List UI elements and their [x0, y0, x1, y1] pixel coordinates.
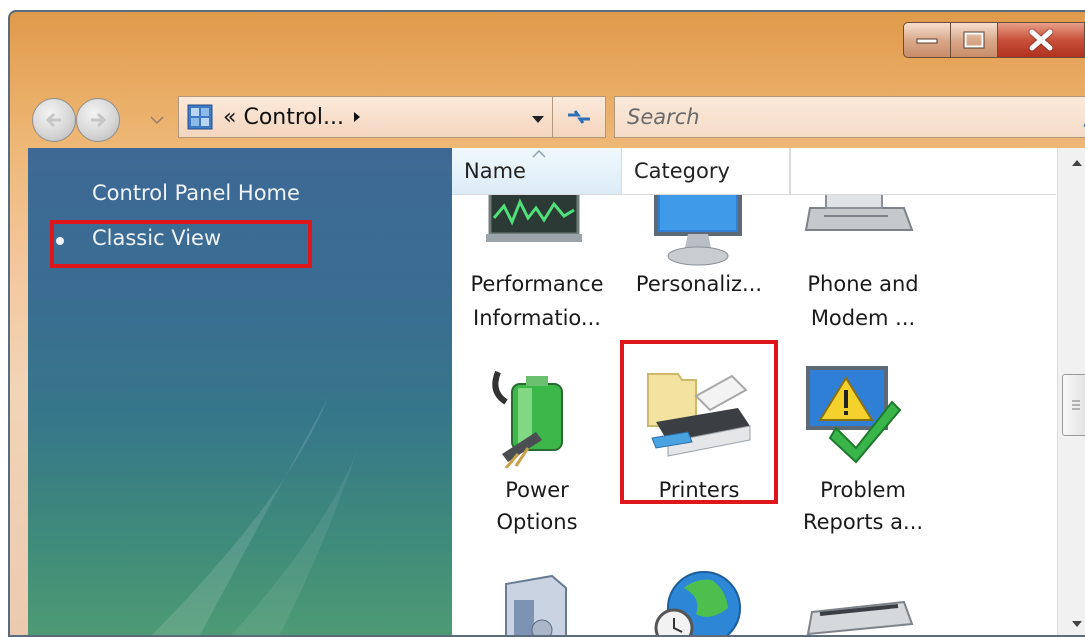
program-box-icon[interactable]: [496, 574, 576, 637]
scroll-down-button[interactable]: [1058, 609, 1085, 635]
power-options-label-line2[interactable]: Options: [452, 506, 622, 538]
scrollbar-thumb[interactable]: [1062, 374, 1085, 436]
back-button[interactable]: [32, 98, 76, 142]
minimize-icon: [916, 38, 938, 44]
forward-button[interactable]: [76, 98, 120, 142]
phone-modem-label-line1[interactable]: Phone and: [778, 268, 948, 300]
phone-modem-label-line2[interactable]: Modem ...: [778, 302, 948, 334]
scroll-down-arrow-icon: [1071, 621, 1082, 627]
back-arrow-icon: [45, 112, 61, 128]
maximize-button[interactable]: [950, 22, 998, 58]
task-pane: Control Panel Home Classic View: [28, 148, 452, 635]
maximize-icon: [963, 31, 985, 49]
column-divider: [790, 148, 791, 194]
refresh-button[interactable]: [552, 97, 605, 137]
address-breadcrumb[interactable]: « Control...: [223, 105, 344, 130]
close-button[interactable]: [997, 22, 1085, 58]
search-placeholder[interactable]: Search: [627, 105, 700, 129]
control-panel-home-link[interactable]: Control Panel Home: [92, 181, 300, 205]
scroll-up-button[interactable]: [1058, 148, 1085, 178]
recent-pages-dropdown-icon[interactable]: [150, 115, 164, 125]
battery-plug-icon[interactable]: [488, 362, 578, 468]
refresh-icon: [568, 110, 590, 124]
globe-clock-icon[interactable]: [648, 568, 748, 637]
performance-label-line1[interactable]: Performance: [452, 268, 622, 300]
window-controls: [903, 22, 1085, 60]
forward-arrow-icon: [91, 112, 107, 128]
column-header: Name Category: [452, 148, 1056, 195]
control-panel-icon: [187, 104, 213, 130]
search-box[interactable]: Search: [614, 96, 1085, 138]
items-pane: Performance Informatio... Personaliz... …: [452, 148, 1085, 637]
monitor-icon[interactable]: [648, 188, 748, 268]
performance-label-line2[interactable]: Informatio...: [452, 302, 622, 334]
classic-view-highlight: [50, 220, 312, 268]
sort-ascending-icon: [532, 150, 546, 158]
address-bar[interactable]: « Control...: [178, 96, 606, 138]
minimize-button[interactable]: [903, 22, 951, 58]
navigation-bar: « Control... Search: [10, 92, 1085, 146]
personalization-label[interactable]: Personaliz...: [614, 268, 784, 300]
problem-reports-label-line1[interactable]: Problem: [778, 474, 948, 506]
control-panel-window: « Control... Search Control Panel Home C…: [8, 10, 1085, 637]
warning-check-icon[interactable]: [802, 362, 906, 468]
power-options-label-line1[interactable]: Power: [452, 474, 622, 506]
category-column-header[interactable]: Category: [622, 148, 790, 194]
thumb-grip-icon: [1072, 400, 1080, 410]
printers-highlight: [620, 340, 778, 504]
vertical-scrollbar[interactable]: [1057, 148, 1085, 635]
name-column-label[interactable]: Name: [464, 159, 526, 183]
scroll-up-arrow-icon: [1071, 160, 1082, 166]
problem-reports-label-line2[interactable]: Reports a...: [778, 506, 948, 538]
scanner-icon[interactable]: [804, 594, 914, 637]
performance-monitor-icon[interactable]: [484, 188, 584, 244]
phone-modem-icon[interactable]: [804, 188, 914, 244]
address-dropdown-icon[interactable]: [531, 114, 545, 124]
close-icon: [1029, 29, 1053, 51]
category-column-label[interactable]: Category: [634, 159, 730, 183]
breadcrumb-arrow-icon[interactable]: [352, 110, 362, 124]
